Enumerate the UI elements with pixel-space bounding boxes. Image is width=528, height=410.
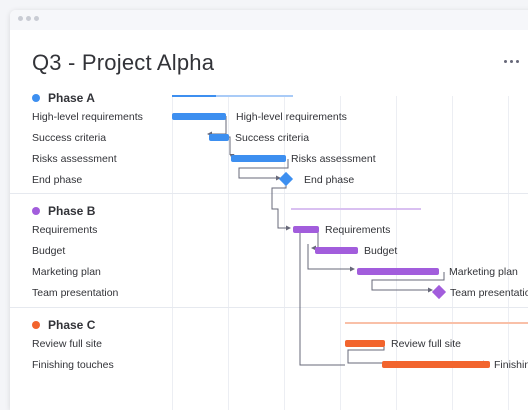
phase-a-summary-bar [172, 95, 216, 97]
task-bar-label: Review full site [391, 338, 461, 350]
task-bar[interactable] [293, 226, 319, 233]
gantt-window: Q3 - Project Alpha Phase A High-level re… [10, 10, 528, 410]
task-bar[interactable] [315, 247, 358, 254]
gantt-chart: High-level requirements Success criteria… [172, 95, 528, 371]
task-bar[interactable] [172, 113, 226, 120]
task-bar[interactable] [382, 361, 490, 368]
task-bar[interactable] [231, 155, 286, 162]
task-bar-label: Budget [364, 245, 397, 257]
task-bar-label: Team presentation [450, 287, 528, 299]
phase-c-summary-track [345, 322, 528, 324]
milestone-diamond-icon[interactable] [278, 171, 294, 187]
task-bar[interactable] [209, 134, 229, 141]
task-bar[interactable] [357, 268, 439, 275]
task-bar-label: Risks assessment [291, 153, 376, 165]
dependency-connector [271, 178, 291, 231]
task-bar-label: Success criteria [235, 132, 309, 144]
task-bar-label: Marketing plan [449, 266, 518, 278]
milestone-diamond-icon[interactable] [431, 284, 447, 300]
task-bar-label: Requirements [325, 224, 390, 236]
task-bar-label: High-level requirements [236, 111, 347, 123]
task-bar[interactable] [345, 340, 385, 347]
phase-b-summary-track [291, 208, 421, 210]
task-bar-label: End phase [304, 174, 354, 186]
phase-a-summary-track [216, 95, 293, 97]
task-bar-label: Finishing touches [494, 359, 528, 371]
